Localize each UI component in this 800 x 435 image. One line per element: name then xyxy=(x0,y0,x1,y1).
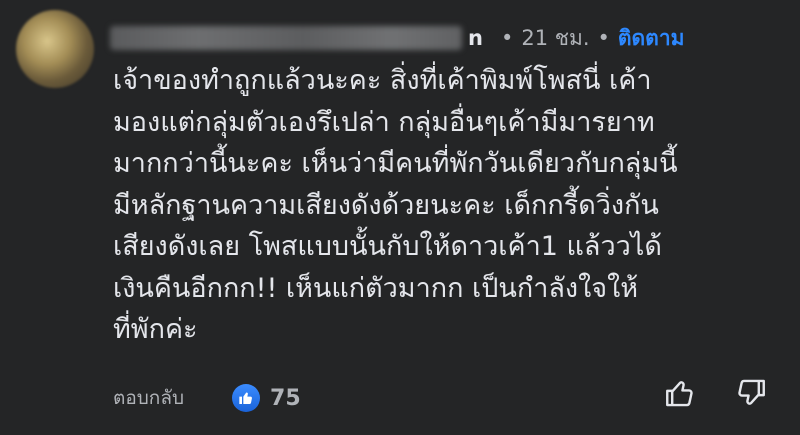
comment-line: มากกว่านี้นะคะ เห็นว่ามีคนที่พักวันเดียว… xyxy=(113,148,678,179)
thumbs-up-icon[interactable] xyxy=(232,384,261,412)
comment-line: มองแต่กลุ่มตัวเองรึเปล่า กลุ่มอื่นๆเค้าม… xyxy=(113,106,655,138)
comment-line: เสียงดังเลย โพสแบบนั้นกับให้ดาวเค้า1 แล้… xyxy=(113,231,662,262)
like-count[interactable]: 75 xyxy=(270,386,301,411)
upvote-glyph xyxy=(666,381,693,407)
comment-body: เจ้าของทำถูกแล้วนะคะ สิ่งที่เค้าพิมพ์โพส… xyxy=(113,60,783,351)
downvote-glyph xyxy=(738,379,765,405)
comment-line: เจ้าของทำถูกแล้วนะคะ สิ่งที่เค้าพิมพ์โพส… xyxy=(113,65,652,96)
comment-header: n • 21 ชม. • ติดตาม xyxy=(110,20,684,56)
avatar[interactable] xyxy=(16,10,94,88)
author-name-suffix[interactable]: n xyxy=(468,26,483,50)
comment-line: เงินคืนอีกกก!! เห็นแก่ตัวมากก เป็นกำลังใ… xyxy=(113,272,639,304)
thumbs-down-outline-icon[interactable] xyxy=(734,376,768,410)
reply-button[interactable]: ตอบกลับ xyxy=(113,383,184,413)
separator-dot: • xyxy=(597,26,610,50)
comment-line: มีหลักฐานความเสียงดังด้วยนะคะ เด็กกรี้ดว… xyxy=(113,189,659,221)
comment-time[interactable]: 21 ชม. xyxy=(521,22,589,55)
follow-button[interactable]: ติดตาม xyxy=(618,22,685,55)
comment-line: ที่พักค่ะ xyxy=(113,314,198,345)
comment-actions: ตอบกลับ 75 xyxy=(113,378,783,418)
author-name-blurred[interactable] xyxy=(110,26,462,50)
thumbs-up-outline-icon[interactable] xyxy=(663,376,697,410)
thumbs-up-icon-glyph xyxy=(239,392,252,404)
separator-dot: • xyxy=(500,26,514,50)
